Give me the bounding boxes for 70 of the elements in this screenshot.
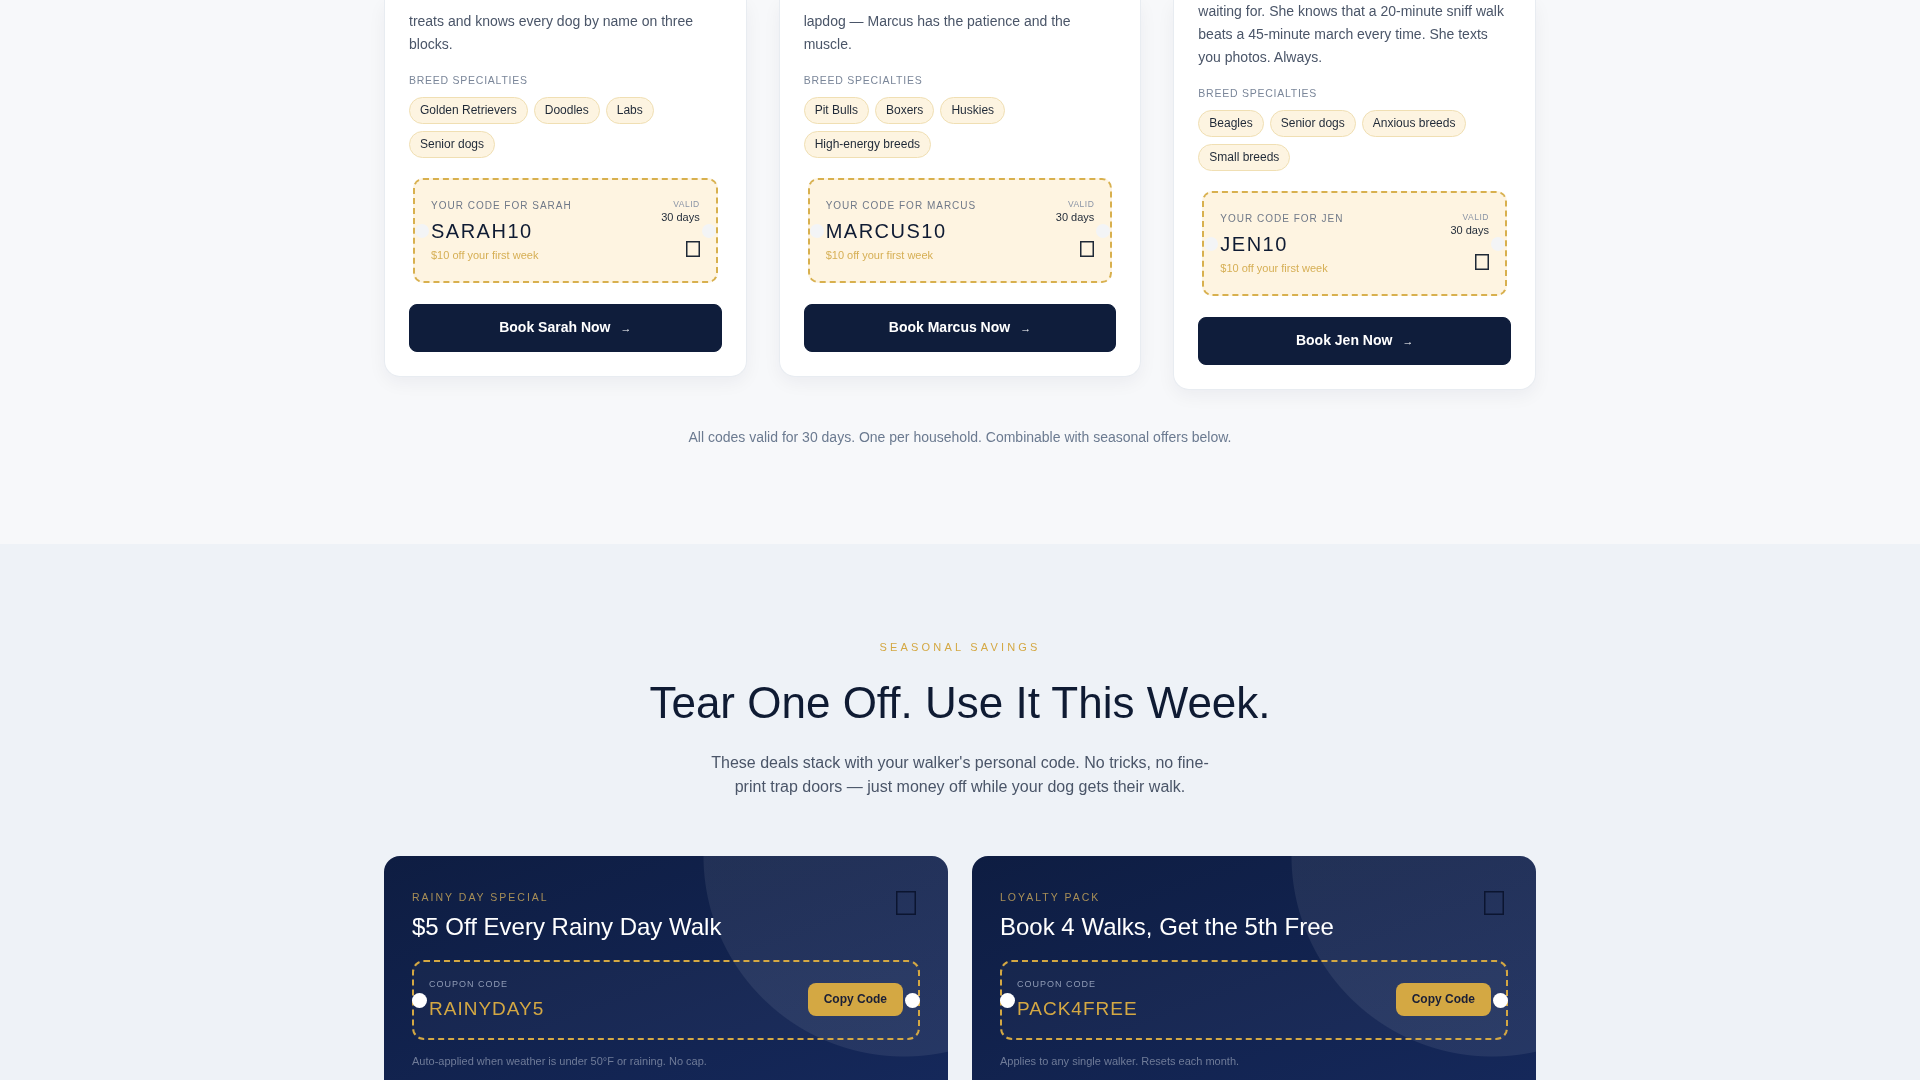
bio-text: treats and knows every dog by name on three blocks. [409,12,695,54]
breed-tag: Doodles [533,97,600,124]
valid-period: 30 days [1450,223,1489,238]
offer-note: Applies to any single walker. Resets each month. [1000,1054,1240,1069]
section-label: BREED SPECIALTIES [409,73,528,87]
ticket-notch-icon [809,223,824,238]
coupon-label: YOUR CODE FOR JEN [1220,212,1344,226]
coupon-code: MARCUS10 [825,219,947,244]
offer-note: Auto-applied when weather is under 50°F or raining. No cap. [412,1054,707,1069]
breed-tag: Huskies [940,97,1006,124]
breed-tag: Labs [605,97,654,124]
coupon-code: RAINYDAY5 [429,997,545,1021]
ticket-notch-icon [415,223,429,238]
coupon-label: COUPON CODE [429,978,508,991]
valid-label: VALID [1462,211,1489,223]
section-description: These deals stack with your walker's personal code. No tricks, no fine-print trap doors — just money off while your dog gets their walk. [710,753,1210,797]
coupon-detail: $10 off your first week [1220,261,1328,276]
ticket-notch-icon [905,992,920,1008]
square-icon [685,241,700,257]
coupon-label: COUPON CODE [1017,978,1096,991]
offer-title: Book 4 Walks, Get the 5th Free [1000,912,1335,942]
coupon-detail: $10 off your first week [825,248,934,263]
coupon-code: PACK4FREE [1017,997,1138,1021]
book-button[interactable]: Book Marcus Now → [803,304,1117,352]
section-heading: Tear One Off. Use It This Week. [649,677,1271,729]
coupon-detail: $10 off your first week [431,248,539,263]
coupon-label: YOUR CODE FOR MARCUS [825,199,977,213]
ticket-notch-icon [412,992,427,1008]
offer-eyebrow: RAINY DAY SPECIAL [412,890,549,905]
coupon-code: JEN10 [1220,232,1288,257]
copy-code-button[interactable]: Copy Code [807,983,903,1016]
bio-text: lapdog — Marcus has the patience and the muscle. [803,12,1072,54]
coupon-label: YOUR CODE FOR SARAH [431,199,572,213]
ticket-notch-icon [701,223,716,238]
breed-tag: Senior dogs [1269,110,1356,137]
section-label: BREED SPECIALTIES [1198,86,1318,100]
breed-tag: Senior dogs [409,131,496,158]
square-icon [1475,254,1489,270]
ticket-notch-icon [1493,992,1508,1008]
offer-title: $5 Off Every Rainy Day Walk [412,912,723,942]
ticket-notch-icon [1096,223,1111,238]
breed-tag: Golden Retrievers [409,97,528,124]
square-icon [1484,891,1504,915]
section-eyebrow: SEASONAL SAVINGS [879,640,1041,655]
ticket-notch-icon [1204,236,1219,251]
offer-eyebrow: LOYALTY PACK [1000,890,1101,905]
coupon-code: SARAH10 [431,219,533,244]
breed-tag: Pit Bulls [803,97,869,124]
square-icon [896,891,916,915]
ticket-notch-icon [1491,236,1505,251]
arrow-icon: → [1020,322,1032,334]
arrow-icon: → [620,322,632,334]
book-button[interactable]: Book Jen Now → [1198,317,1511,365]
valid-period: 30 days [1055,210,1095,225]
valid-label: VALID [673,198,700,210]
book-button[interactable]: Book Sarah Now → [409,304,722,352]
breed-tag: Anxious breeds [1361,110,1467,137]
arrow-icon: → [1402,335,1414,347]
bio-text: waiting for. She knows that a 20-minute sniff walk beats a 45-minute march every time. She texts you photos. Always. [1198,2,1505,67]
valid-period: 30 days [661,210,700,225]
breed-tag: Boxers [875,97,935,124]
copy-code-button[interactable]: Copy Code [1395,983,1491,1016]
breed-tag: High-energy breeds [803,131,932,158]
square-icon [1080,241,1095,257]
ticket-notch-icon [1000,992,1015,1008]
breed-tag: Beagles [1198,110,1264,137]
section-label: BREED SPECIALTIES [803,73,923,87]
breed-tag: Small breeds [1198,144,1291,171]
valid-label: VALID [1067,198,1095,210]
footnote-text: All codes valid for 30 days. One per household. Combinable with seasonal offers below. [688,428,1232,447]
